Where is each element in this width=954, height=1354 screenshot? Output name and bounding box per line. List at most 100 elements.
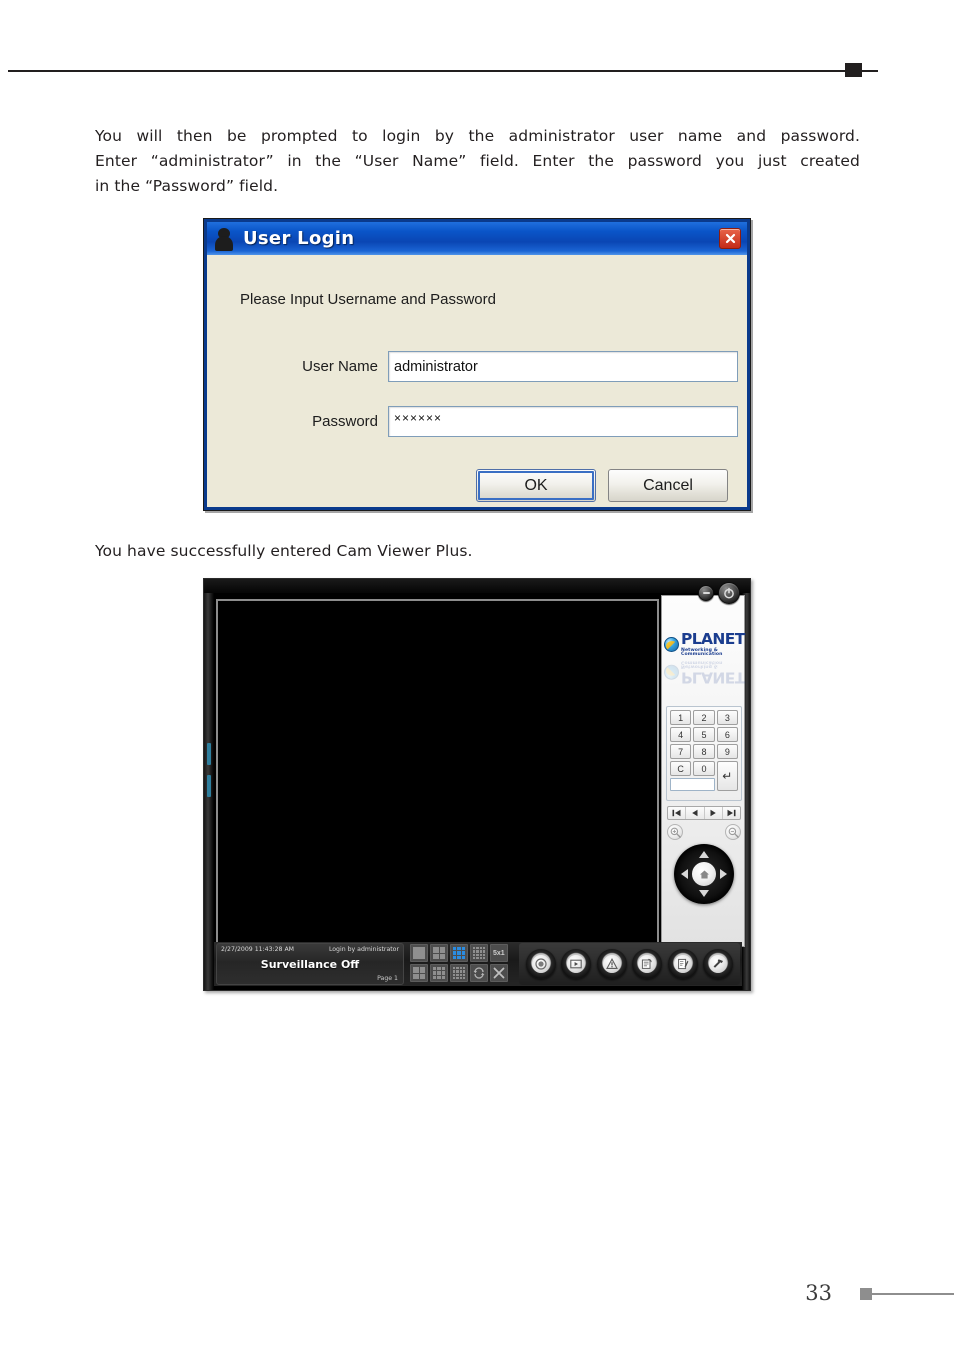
numeric-keypad: 1 2 3 4 5 6 7 8 9 C 0 ↵ [666, 706, 742, 801]
dialog-body: Please Input Username and Password User … [208, 255, 746, 506]
app-left-rail [204, 593, 214, 990]
power-button[interactable] [718, 582, 740, 604]
person-icon [213, 227, 235, 251]
manual-page: You will then be prompted to login by th… [0, 0, 954, 1354]
ok-button[interactable]: OK [476, 469, 596, 502]
status-timestamp: 2/27/2009 11:43:28 AM [221, 946, 295, 953]
rail-led [207, 775, 211, 797]
ptz-joystick[interactable] [674, 844, 734, 904]
key-8[interactable]: 8 [693, 744, 715, 759]
key-0[interactable]: 0 [693, 761, 715, 776]
logo-reflection: PLANET Networking & Communication [664, 659, 745, 687]
paragraph-line: Enter “administrator” in the “User Name”… [95, 152, 860, 170]
log-button[interactable] [632, 949, 663, 979]
brand-name: PLANET [681, 630, 745, 648]
key-7[interactable]: 7 [670, 744, 692, 759]
password-label: Password [312, 413, 378, 430]
key-5[interactable]: 5 [693, 727, 715, 742]
layout-grid-row-1: 5x1 [410, 944, 515, 982]
key-1[interactable]: 1 [670, 710, 692, 725]
last-button[interactable] [723, 807, 740, 819]
dialog-titlebar[interactable]: User Login [207, 222, 747, 255]
footer-rule [872, 1293, 954, 1295]
playback-button[interactable] [561, 949, 592, 979]
surveillance-state: Surveillance Off [260, 958, 360, 971]
status-login: Login by administrator [328, 946, 399, 953]
warning-icon [605, 958, 618, 969]
minimize-button[interactable] [698, 585, 714, 601]
layout-rotate[interactable] [470, 964, 488, 982]
dialog-title: User Login [243, 228, 355, 249]
key-4[interactable]: 4 [670, 727, 692, 742]
layout-close[interactable] [490, 964, 508, 982]
cancel-button[interactable]: Cancel [608, 469, 728, 502]
footer-marker [860, 1288, 872, 1300]
magnifier-minus-icon [728, 827, 739, 838]
edit-icon [677, 958, 689, 970]
key-9[interactable]: 9 [716, 744, 738, 759]
skip-forward-icon [727, 809, 736, 817]
ptz-right-arrow[interactable] [720, 869, 727, 879]
zoom-out-button[interactable] [725, 824, 741, 840]
status-panel: 2/27/2009 11:43:28 AM Login by administr… [216, 943, 404, 985]
username-row: User Name administrator [208, 351, 746, 382]
first-button[interactable] [668, 807, 687, 819]
brand-name-reflection: PLANET [681, 668, 745, 687]
zoom-in-button[interactable] [667, 824, 683, 840]
hammer-icon [713, 959, 724, 968]
config-button[interactable] [667, 949, 698, 979]
layout-buttons-panel: 5x1 [410, 944, 515, 984]
ptz-down-arrow[interactable] [699, 890, 709, 897]
video-panel[interactable] [216, 599, 659, 944]
username-label: User Name [302, 358, 378, 375]
rotate-icon [473, 967, 485, 979]
app-topbar [204, 579, 750, 593]
brand-tagline-reflection: Networking & Communication [681, 659, 723, 669]
layout-mixed-c[interactable] [450, 964, 468, 982]
paragraph-line: in the “Password” field. [95, 177, 279, 195]
key-6[interactable]: 6 [716, 727, 738, 742]
page-number: 33 [805, 1281, 832, 1305]
setup-button[interactable] [703, 949, 734, 979]
window-controls [698, 582, 740, 604]
ptz-home-button[interactable] [692, 862, 716, 886]
rewind-icon [692, 809, 698, 817]
transport-controls [667, 806, 741, 820]
skip-back-icon [672, 809, 681, 817]
ptz-left-arrow[interactable] [681, 869, 688, 879]
alarm-button[interactable] [596, 949, 627, 979]
username-input[interactable]: administrator [388, 351, 738, 382]
magnifier-plus-icon [670, 827, 681, 838]
ptz-up-arrow[interactable] [699, 851, 709, 858]
layout-5plus[interactable]: 5x1 [490, 944, 508, 962]
bottom-toolbar: 2/27/2009 11:43:28 AM Login by administr… [214, 942, 742, 986]
video-area[interactable] [218, 601, 657, 942]
layout-mixed-a[interactable] [410, 964, 428, 982]
cam-viewer-window: PLANET Networking & Communication PLANET… [203, 578, 751, 991]
header-marker [845, 63, 862, 77]
user-login-dialog: User Login Please Input Username and Pas… [203, 218, 751, 511]
layout-2x2[interactable] [430, 944, 448, 962]
next-button[interactable] [705, 807, 723, 819]
key-3[interactable]: 3 [716, 710, 738, 725]
key-enter[interactable]: ↵ [716, 761, 738, 791]
layout-4x4[interactable] [470, 944, 488, 962]
success-paragraph: You have successfully entered Cam Viewer… [95, 542, 473, 560]
layout-3x3[interactable] [450, 944, 468, 962]
password-input[interactable]: ×××××× [388, 406, 738, 437]
record-button[interactable] [525, 949, 556, 979]
close-icon[interactable] [719, 228, 741, 249]
play-icon [570, 959, 582, 969]
key-clear[interactable]: C [670, 761, 692, 776]
power-icon [724, 587, 734, 599]
layout-mixed-b[interactable] [430, 964, 448, 982]
layout-1x1[interactable] [410, 944, 428, 962]
paragraph-line: You will then be prompted to login by th… [95, 127, 860, 145]
home-icon [699, 870, 709, 878]
key-2[interactable]: 2 [693, 710, 715, 725]
password-row: Password ×××××× [208, 406, 746, 437]
previous-button[interactable] [686, 807, 705, 819]
keypad-display[interactable] [670, 778, 715, 791]
page-indicator: Page 1 [377, 975, 398, 982]
brand-tagline: Networking & Communication [681, 647, 723, 658]
